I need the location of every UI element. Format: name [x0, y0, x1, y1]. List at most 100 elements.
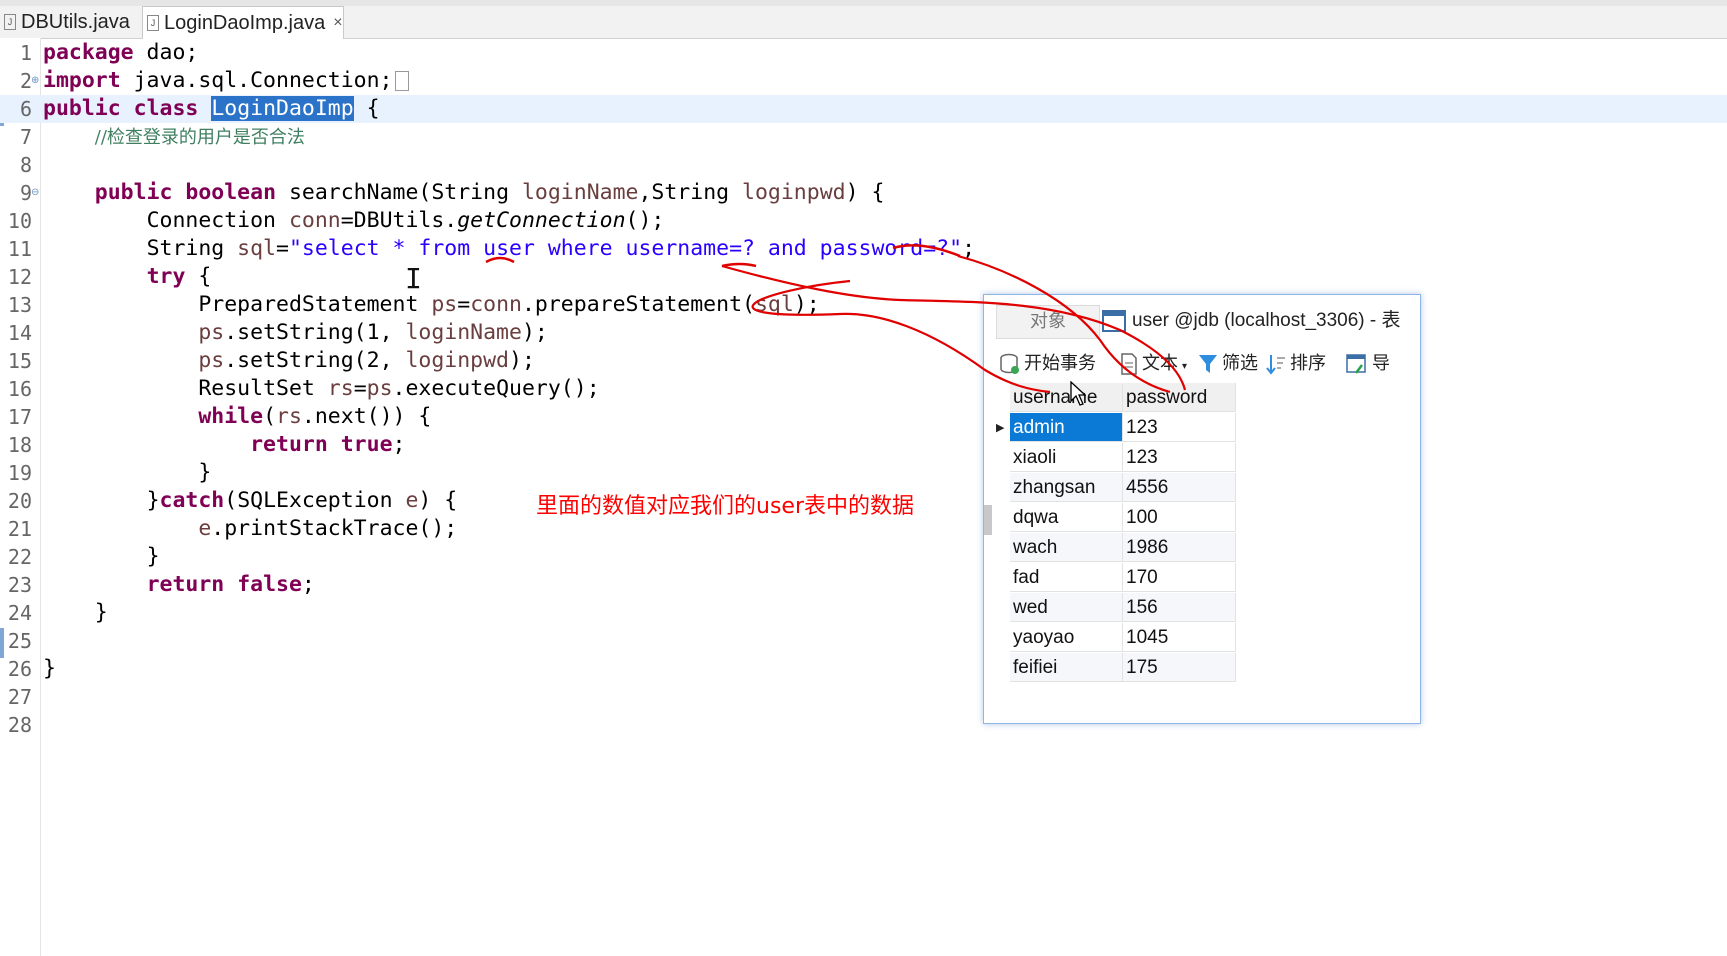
sort-icon: [1266, 355, 1285, 375]
code-line: 28: [0, 711, 1727, 739]
line-number: 23: [7, 573, 32, 597]
mouse-pointer-icon: [1070, 381, 1086, 406]
table-row[interactable]: fad 170: [996, 563, 1240, 593]
row-marker: [996, 593, 1010, 623]
grid-cell[interactable]: 123: [1123, 413, 1236, 442]
code-token: ;: [301, 572, 315, 597]
column-header-username[interactable]: username: [1010, 383, 1123, 412]
grid-cell[interactable]: wed: [1010, 593, 1123, 622]
filter-icon: [1199, 355, 1217, 373]
tab-logindaoimp[interactable]: J LoginDaoImp.java ×: [142, 6, 344, 39]
grid-cell[interactable]: zhangsan: [1010, 473, 1123, 502]
grid-cell[interactable]: 170: [1123, 563, 1236, 592]
fold-expand-icon[interactable]: ⊕: [31, 67, 39, 95]
grid-cell[interactable]: fad: [1010, 563, 1123, 592]
handwritten-annotation: 里面的数值对应我们的user表中的数据: [536, 494, 914, 519]
code-token: );: [793, 292, 820, 317]
code-token: );: [509, 348, 535, 373]
code-token: }: [146, 488, 160, 513]
code-text: String sql="select * from user where use…: [43, 235, 975, 263]
code-text: }: [43, 655, 56, 683]
code-text: }catch(SQLException e) {: [43, 487, 458, 515]
keyword: return: [250, 432, 328, 457]
grid-cell[interactable]: yaoyao: [1010, 623, 1123, 652]
db-tab-bar: 对象 user @jdb (localhost_3306) - 表: [996, 305, 1422, 339]
line-number: 17: [7, 405, 32, 429]
code-text: public class LoginDaoImp {: [43, 95, 380, 123]
table-row[interactable]: ▶ admin 123: [996, 413, 1240, 443]
text-button[interactable]: 文本 ▾: [1120, 349, 1187, 379]
grid-cell[interactable]: 156: [1123, 593, 1236, 622]
code-text: while(rs.next()) {: [43, 403, 431, 431]
code-line: 13 PreparedStatement ps=conn.prepareStat…: [0, 291, 1727, 319]
code-line: 19 }: [0, 459, 1727, 487]
row-marker: [996, 473, 1010, 503]
code-token: =: [457, 292, 471, 317]
table-icon: [1102, 309, 1126, 332]
parameter: loginpwd: [405, 348, 510, 373]
folded-imports-icon[interactable]: [394, 71, 409, 91]
code-text: try {: [43, 263, 212, 291]
variable: ps: [198, 320, 225, 345]
keyword: true: [340, 432, 393, 457]
sort-button[interactable]: 排序: [1266, 349, 1326, 379]
java-file-icon: J: [147, 15, 159, 31]
variable: conn: [470, 292, 522, 317]
export-button[interactable]: 导: [1346, 349, 1390, 379]
tab-user-table[interactable]: user @jdb (localhost_3306) - 表: [1102, 305, 1422, 337]
tab-dbutils[interactable]: J DBUtils.java: [0, 6, 140, 38]
code-token: ();: [625, 208, 665, 233]
code-line: 10 Connection conn=DBUtils.getConnection…: [0, 207, 1727, 235]
grid-cell[interactable]: 1986: [1123, 533, 1236, 562]
close-icon[interactable]: ×: [333, 14, 342, 32]
table-row[interactable]: feifiei 175: [996, 653, 1240, 683]
code-text: return true;: [43, 431, 405, 459]
grid-cell[interactable]: 100: [1123, 503, 1236, 532]
row-marker: [996, 383, 1010, 413]
code-line: 26 }: [0, 655, 1727, 683]
tab-label: DBUtils.java: [21, 10, 130, 33]
line-number: 7: [19, 125, 32, 149]
grid-cell[interactable]: admin: [1010, 413, 1123, 442]
db-table-window[interactable]: 对象 user @jdb (localhost_3306) - 表 开始事务 文…: [983, 294, 1421, 724]
begin-transaction-button[interactable]: 开始事务: [1000, 349, 1096, 379]
fold-collapse-icon[interactable]: ⊖: [31, 179, 39, 207]
filter-button[interactable]: 筛选: [1198, 349, 1258, 379]
line-number: 10: [7, 209, 32, 233]
editor-tab-bar: J DBUtils.java J LoginDaoImp.java ×: [0, 0, 1727, 39]
line-number: 18: [7, 433, 32, 457]
grid-cell[interactable]: wach: [1010, 533, 1123, 562]
grid-cell[interactable]: dqwa: [1010, 503, 1123, 532]
code-token: ) {: [418, 488, 458, 513]
line-number: 25: [7, 629, 32, 653]
db-toolbar: 开始事务 文本 ▾ 筛选 排序 导: [996, 349, 1420, 379]
selected-class-name[interactable]: LoginDaoImp: [211, 96, 354, 121]
grid-cell[interactable]: 1045: [1123, 623, 1236, 652]
parameter: loginName: [521, 180, 639, 205]
grid-cell[interactable]: feifiei: [1010, 653, 1123, 682]
tab-objects[interactable]: 对象: [996, 305, 1100, 339]
table-row[interactable]: yaoyao 1045: [996, 623, 1240, 653]
code-line: 22 }: [0, 543, 1727, 571]
code-token: Connection: [146, 208, 289, 233]
begin-transaction-label: 开始事务: [1024, 353, 1096, 374]
table-row[interactable]: dqwa 100: [996, 503, 1240, 533]
table-row[interactable]: zhangsan 4556: [996, 473, 1240, 503]
grid-cell[interactable]: 175: [1123, 653, 1236, 682]
line-number: 13: [7, 293, 32, 317]
code-token: ;: [392, 432, 406, 457]
grid-cell[interactable]: 4556: [1123, 473, 1236, 502]
row-marker: [996, 443, 1010, 473]
code-token: .printStackTrace();: [211, 516, 458, 541]
table-row[interactable]: wach 1986: [996, 533, 1240, 563]
grid-cell[interactable]: 123: [1123, 443, 1236, 472]
table-row[interactable]: xiaoli 123: [996, 443, 1240, 473]
code-token: }: [198, 460, 212, 485]
grid-cell[interactable]: xiaoli: [1010, 443, 1123, 472]
code-text: }: [43, 459, 211, 487]
table-row[interactable]: wed 156: [996, 593, 1240, 623]
line-number: 24: [7, 601, 32, 625]
code-text: e.printStackTrace();: [43, 515, 457, 543]
column-header-password[interactable]: password: [1123, 383, 1236, 412]
scrollbar-thumb[interactable]: [984, 505, 992, 535]
